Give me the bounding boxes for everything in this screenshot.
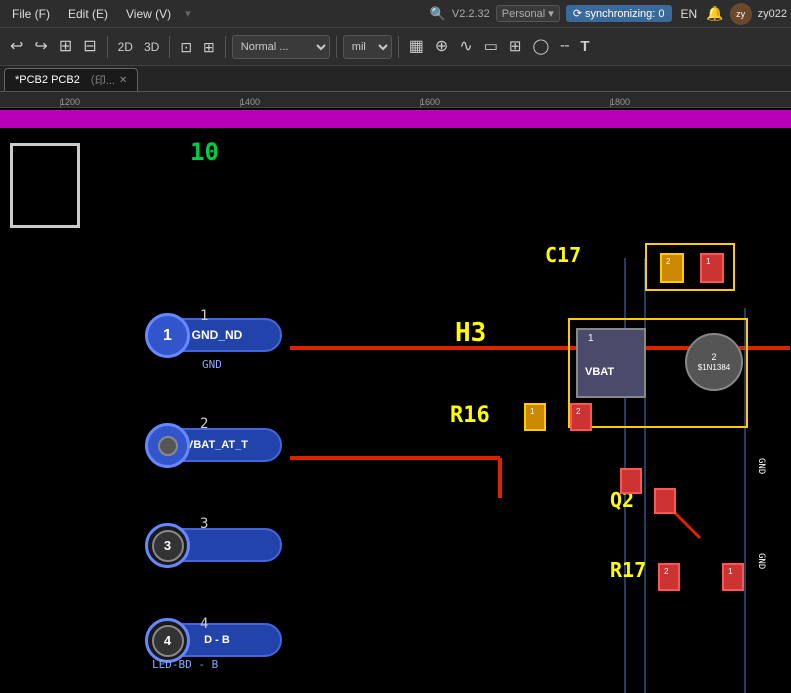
ruler-horizontal: 1200 1400 1600 1800 xyxy=(0,92,791,108)
pin4-outer-circle: 4 xyxy=(145,618,190,663)
pin3-outer-circle: 3 xyxy=(145,523,190,568)
redo-btn[interactable]: ↪ xyxy=(30,36,51,58)
search-bar: 🔍 V2.2.32 Personal ▾ ⟳ synchronizing: 0 … xyxy=(430,3,787,25)
r17-label: R17 xyxy=(610,558,646,582)
pcb-canvas[interactable]: 10 C17 2 1 1 VBAT 2$1N1384 H3 R16 xyxy=(0,108,791,693)
tab-close-btn[interactable]: ✕ xyxy=(119,75,127,86)
toolbar-sep-5 xyxy=(398,36,399,58)
q2-pad2 xyxy=(654,488,676,514)
h3-label: H3 xyxy=(455,318,486,348)
tab-label: *PCB2 PCB2 xyxy=(15,74,80,86)
r17-pad1: 2 xyxy=(658,563,680,591)
ruler-icon[interactable]: ⊞ xyxy=(199,37,219,57)
conn-btn[interactable]: ⊞ xyxy=(505,36,526,57)
r16-label: R16 xyxy=(450,403,490,428)
pin4-num-label: 4 xyxy=(200,616,208,632)
target-btn[interactable]: ⊕ xyxy=(431,36,452,58)
lang-btn[interactable]: EN xyxy=(678,7,701,21)
pin2-num-label: 2 xyxy=(200,416,208,432)
gnd-label-right-2: GND xyxy=(756,553,766,569)
pin3-num-label: 3 xyxy=(200,516,208,532)
pin2-inner-circle xyxy=(158,436,178,456)
r16-pad1: 1 xyxy=(524,403,546,431)
ruler-mark-1800: 1800 xyxy=(610,97,630,107)
view-2d-btn[interactable]: 2D xyxy=(114,38,137,56)
sync-label: synchronizing: 0 xyxy=(585,8,665,20)
version-label: V2.2.32 xyxy=(452,8,490,20)
menu-view-arrow: ▾ xyxy=(185,7,191,20)
q2-pad1 xyxy=(620,468,642,494)
tab-sublabel: （印... xyxy=(84,72,115,88)
ruler-line-1600 xyxy=(420,100,421,108)
pin1-gnd-label: GND xyxy=(202,358,222,371)
ruler-mark-1600: 1600 xyxy=(420,97,440,107)
menu-edit[interactable]: Edit (E) xyxy=(60,5,116,23)
tab-bar: *PCB2 PCB2 （印... ✕ xyxy=(0,66,791,92)
ruler-mark-1400: 1400 xyxy=(240,97,260,107)
grid2-icon[interactable]: ⊟ xyxy=(79,36,100,58)
sync-btn[interactable]: ⟳ synchronizing: 0 xyxy=(566,5,672,22)
h3-outline xyxy=(568,318,748,428)
toolbar-sep-3 xyxy=(225,36,226,58)
personal-btn[interactable]: Personal ▾ xyxy=(496,5,560,22)
grid-view-btn[interactable]: ▦ xyxy=(405,36,428,58)
pin1-outer-circle: 1 xyxy=(145,313,190,358)
menu-bar: File (F) Edit (E) View (V) ▾ 🔍 V2.2.32 P… xyxy=(0,0,791,28)
gnd-label-right-1: GND xyxy=(756,458,766,474)
pin1-num-label: 1 xyxy=(200,308,208,324)
menu-view[interactable]: View (V) xyxy=(118,5,179,23)
display-mode-select[interactable]: Normal ... High Contrast xyxy=(232,35,330,59)
r16-pad2: 2 xyxy=(570,403,592,431)
ruler-line-1800 xyxy=(610,100,611,108)
ruler-line-1400 xyxy=(240,100,241,108)
avatar[interactable]: zy xyxy=(730,3,752,25)
shape-btn[interactable]: ◯ xyxy=(528,36,553,57)
ruler-mark-1200: 1200 xyxy=(60,97,80,107)
view-3d-btn[interactable]: 3D xyxy=(140,38,163,56)
purple-bar xyxy=(0,110,791,128)
track-btn[interactable]: ╌ xyxy=(556,36,573,57)
tab-pcb2[interactable]: *PCB2 PCB2 （印... ✕ xyxy=(4,68,138,91)
green-shape: 10 xyxy=(190,138,219,166)
snap-icon[interactable]: ⊡ xyxy=(176,37,196,57)
toolbar: ↩ ↪ ⊞ ⊟ 2D 3D ⊡ ⊞ Normal ... High Contra… xyxy=(0,28,791,66)
rect-btn[interactable]: ▭ xyxy=(480,36,502,57)
pin4-led-label: LED-BD - B xyxy=(152,658,218,671)
ruler-line-1200 xyxy=(60,100,61,108)
r17-pad2: 1 xyxy=(722,563,744,591)
toolbar-sep-4 xyxy=(336,36,337,58)
user-id[interactable]: zy022 xyxy=(758,8,787,20)
search-icon[interactable]: 🔍 xyxy=(430,6,446,22)
c17-label: C17 xyxy=(545,243,581,267)
grid-icon[interactable]: ⊞ xyxy=(55,36,76,58)
toolbar-sep-1 xyxy=(107,36,108,58)
sync-icon: ⟳ xyxy=(573,7,582,20)
toolbar-sep-2 xyxy=(169,36,170,58)
c17-outline xyxy=(645,243,735,291)
undo-btn[interactable]: ↩ xyxy=(6,36,27,58)
black-rect-outline xyxy=(10,143,80,228)
text-btn[interactable]: T xyxy=(576,36,593,57)
wire-btn[interactable]: ∿ xyxy=(455,36,476,58)
menu-file[interactable]: File (F) xyxy=(4,5,58,23)
unit-select[interactable]: mil mm xyxy=(343,35,392,59)
notif-icon[interactable]: 🔔 xyxy=(706,5,723,22)
